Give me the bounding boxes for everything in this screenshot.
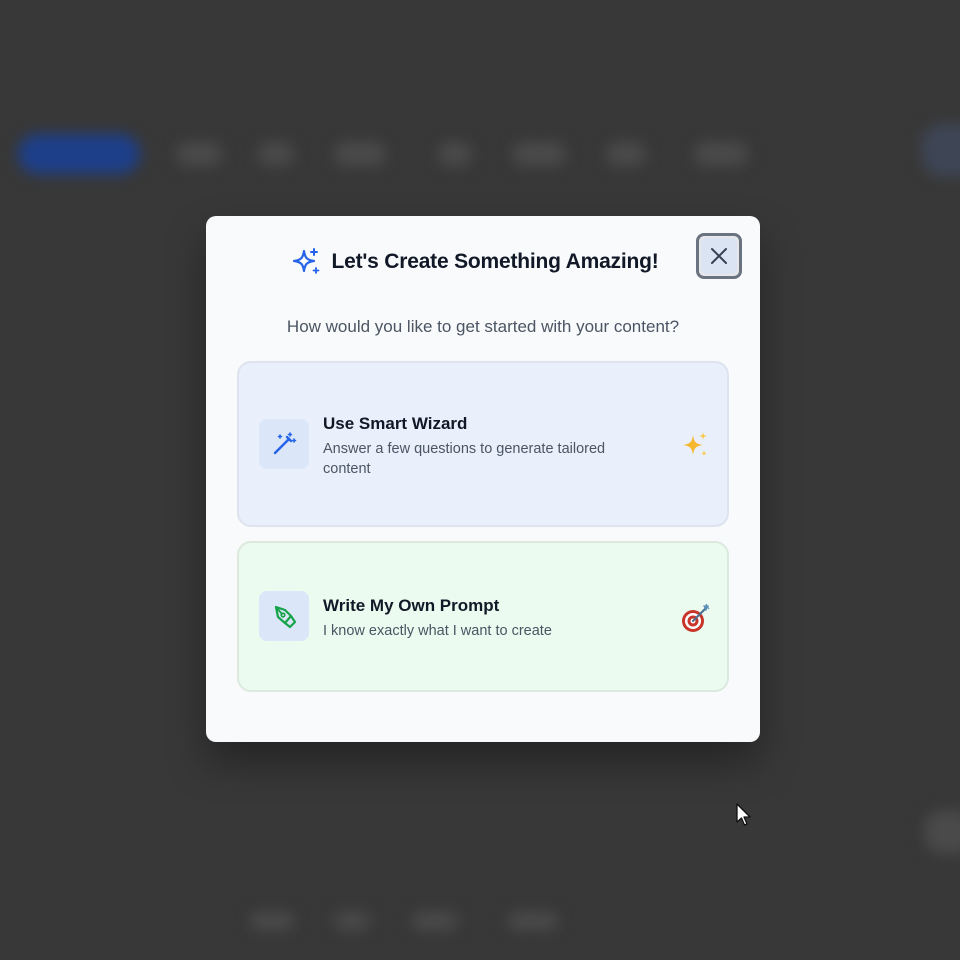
wizard-icon-tile [259,419,309,469]
blurred-right-button [922,124,960,176]
write-own-prompt-option[interactable]: Write My Own Prompt I know exactly what … [237,541,729,692]
sparkles-emoji-icon [683,432,707,457]
blurred-tab [694,142,748,166]
smart-wizard-option[interactable]: Use Smart Wizard Answer a few questions … [237,361,729,527]
close-icon [711,248,727,264]
start-options-modal: Let's Create Something Amazing! How woul… [206,216,760,742]
blurred-footer-item [250,912,294,930]
blurred-tab [606,142,646,166]
blurred-footer-item [508,912,558,930]
blurred-right-item [924,810,960,854]
blurred-tab [334,142,386,166]
prompt-icon-tile [259,591,309,641]
close-button-surface [701,238,737,274]
close-button[interactable] [696,233,742,279]
mouse-pointer-icon [736,803,751,826]
prompt-option-title: Write My Own Prompt [323,596,500,615]
pen-tool-icon [274,605,297,629]
prompt-option-description: I know exactly what I want to create [323,623,552,639]
blurred-primary-tab [18,134,140,174]
modal-subtitle: How would you like to get started with y… [286,317,680,336]
blurred-tab [438,142,472,166]
modal-header: Let's Create Something Amazing! [206,242,760,282]
wizard-option-description: Answer a few questions to generate tailo… [323,441,606,477]
prompt-option-text: Write My Own Prompt I know exactly what … [323,596,653,641]
wizard-option-text: Use Smart Wizard Answer a few questions … [323,414,653,479]
wizard-option-title: Use Smart Wizard [323,414,468,433]
target-emoji-icon [682,603,710,632]
blurred-footer-item [412,912,458,930]
modal-title: Let's Create Something Amazing! [331,250,659,273]
sparkles-icon [293,248,320,274]
blurred-footer-item [334,912,370,930]
blurred-tab [512,142,566,166]
blurred-tab [176,142,222,166]
magic-wand-icon [273,432,297,455]
blurred-tab [258,142,294,166]
